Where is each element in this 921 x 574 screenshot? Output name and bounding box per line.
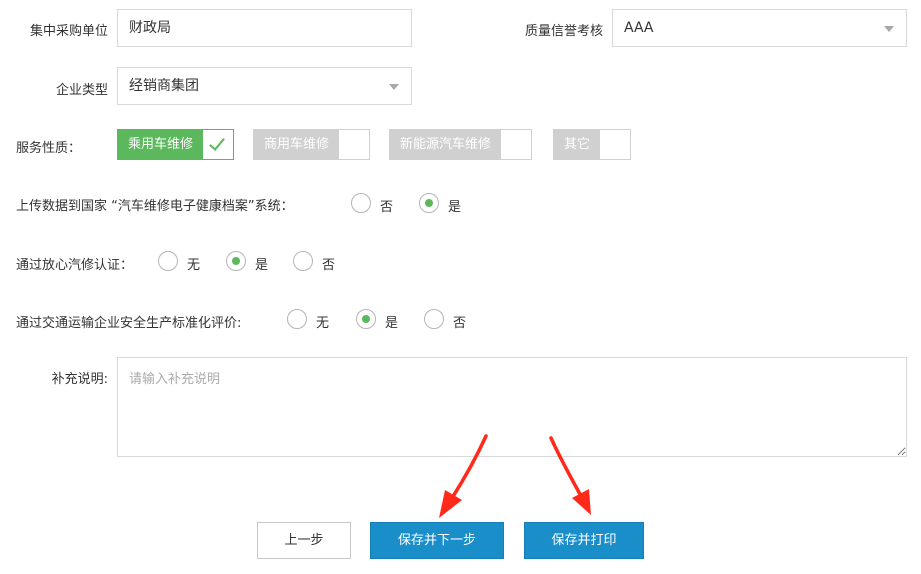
radio-trust-none-label: 无 bbox=[187, 258, 201, 273]
service-nature-label: 服务性质： bbox=[16, 141, 82, 156]
procurement-unit-input[interactable]: 财政局 bbox=[117, 9, 412, 47]
radio-safety-no[interactable] bbox=[424, 309, 444, 329]
toggle-box bbox=[203, 130, 234, 159]
save-and-print-button[interactable]: 保存并打印 bbox=[524, 522, 644, 559]
toggle-box bbox=[339, 130, 370, 159]
toggle-passenger-car-repair[interactable]: 乘用车维修 bbox=[117, 129, 235, 160]
radio-trust-yes-label: 是 bbox=[255, 258, 269, 273]
supplement-textarea[interactable] bbox=[117, 357, 907, 457]
toggle-commercial-vehicle-repair[interactable]: 商用车维修 bbox=[253, 129, 371, 160]
radio-safety-none[interactable] bbox=[287, 309, 307, 329]
radio-upload-yes[interactable] bbox=[419, 193, 439, 213]
radio-upload-no-label: 否 bbox=[380, 200, 394, 215]
toggle-other[interactable]: 其它 bbox=[553, 129, 632, 160]
toggle-label: 乘用车维修 bbox=[118, 130, 204, 159]
radio-safety-none-label: 无 bbox=[316, 316, 330, 331]
chevron-down-icon bbox=[389, 84, 399, 90]
radio-trust-yes[interactable] bbox=[226, 251, 246, 271]
toggle-label: 其它 bbox=[554, 130, 601, 159]
quality-rating-select[interactable]: AAA bbox=[612, 9, 907, 47]
upload-data-label: 上传数据到国家 “汽车维修电子健康档案”系统： bbox=[16, 199, 294, 214]
radio-upload-no[interactable] bbox=[351, 193, 371, 213]
radio-safety-no-label: 否 bbox=[453, 316, 467, 331]
toggle-box bbox=[600, 130, 631, 159]
radio-trust-no[interactable] bbox=[293, 251, 313, 271]
supplement-label: 补充说明: bbox=[51, 372, 108, 387]
checkmark-icon bbox=[209, 134, 225, 151]
radio-safety-yes[interactable] bbox=[356, 309, 376, 329]
radio-trust-none[interactable] bbox=[158, 251, 178, 271]
quality-rating-value: AAA bbox=[624, 20, 654, 36]
procurement-unit-label: 集中采购单位 bbox=[29, 24, 108, 39]
save-and-next-button[interactable]: 保存并下一步 bbox=[370, 522, 504, 559]
company-type-label: 企业类型 bbox=[55, 83, 108, 98]
radio-trust-no-label: 否 bbox=[322, 258, 336, 273]
toggle-label: 新能源汽车维修 bbox=[390, 130, 502, 159]
toggle-new-energy-repair[interactable]: 新能源汽车维修 bbox=[389, 129, 533, 160]
trust-cert-label: 通过放心汽修认证： bbox=[16, 258, 134, 273]
radio-upload-yes-label: 是 bbox=[448, 200, 462, 215]
chevron-down-icon bbox=[884, 26, 894, 32]
company-type-value: 经销商集团 bbox=[129, 78, 199, 94]
prev-step-button[interactable]: 上一步 bbox=[257, 522, 351, 559]
company-type-select[interactable]: 经销商集团 bbox=[117, 67, 412, 105]
safety-eval-label: 通过交通运输企业安全生产标准化评价: bbox=[16, 316, 242, 331]
toggle-box bbox=[501, 130, 532, 159]
quality-rating-label: 质量信誉考核 bbox=[524, 24, 603, 39]
radio-safety-yes-label: 是 bbox=[385, 316, 399, 331]
toggle-label: 商用车维修 bbox=[254, 130, 340, 159]
